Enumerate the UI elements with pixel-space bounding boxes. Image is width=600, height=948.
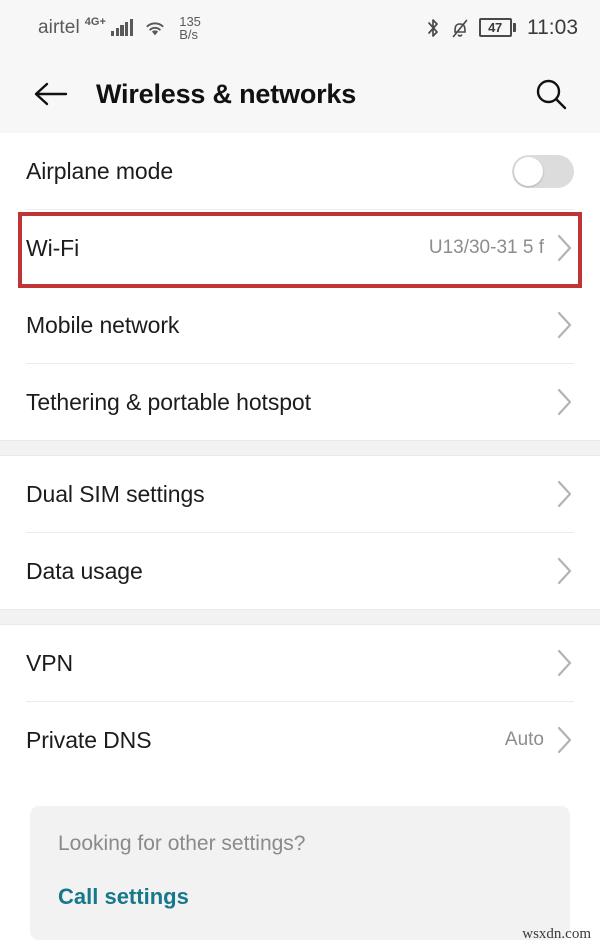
data-speed-value: 135 [179, 13, 201, 29]
chevron-right-icon [557, 388, 572, 416]
status-bar-right: 47 11:03 [425, 15, 578, 40]
settings-group-2: Dual SIM settings Data usage [0, 456, 600, 609]
toggle-knob [514, 156, 543, 186]
settings-list: Airplane mode Wi-Fi U13/30-31 5 f Mobile… [0, 133, 600, 940]
row-label: Dual SIM settings [26, 480, 205, 507]
chevron-right-icon [557, 480, 572, 508]
group-separator [0, 609, 600, 625]
row-label: Wi-Fi [26, 234, 80, 261]
status-bar-left: airtel 4G+ 135 B/s [38, 15, 201, 41]
back-arrow-icon[interactable] [28, 71, 74, 117]
row-label: Data usage [26, 557, 143, 584]
settings-group-3: VPN Private DNS Auto [0, 625, 600, 778]
signal-bars-icon [110, 19, 134, 36]
settings-group-1: Airplane mode Wi-Fi U13/30-31 5 f Mobile… [0, 133, 600, 440]
chevron-right-icon [557, 234, 572, 262]
row-label: Airplane mode [26, 157, 174, 184]
network-type-label: 4G+ [84, 15, 106, 28]
bluetooth-icon [427, 18, 438, 37]
chevron-right-icon [557, 649, 572, 677]
page-title: Wireless & networks [96, 78, 357, 109]
battery-percent: 47 [478, 18, 512, 37]
carrier-name: airtel [38, 16, 80, 38]
row-label: VPN [26, 649, 73, 676]
status-bar: airtel 4G+ 135 B/s 47 11:03 [0, 0, 600, 55]
footer-area: Looking for other settings? Call setting… [0, 778, 600, 940]
row-label: Mobile network [26, 311, 180, 338]
row-vpn[interactable]: VPN [0, 625, 600, 701]
private-dns-value: Auto [504, 729, 544, 750]
battery-icon: 47 [478, 18, 516, 37]
airplane-mode-toggle[interactable] [512, 154, 574, 188]
row-airplane-mode[interactable]: Airplane mode [0, 133, 600, 209]
battery-cap [513, 23, 516, 32]
row-wi-fi[interactable]: Wi-Fi U13/30-31 5 f [0, 210, 600, 286]
wi-fi-network-value: U13/30-31 5 f [428, 237, 544, 258]
wifi-icon [146, 21, 164, 35]
clock: 11:03 [527, 15, 578, 39]
row-private-dns[interactable]: Private DNS Auto [0, 702, 600, 778]
row-label: Tethering & portable hotspot [26, 388, 311, 415]
data-speed-indicator: 135 B/s [179, 15, 201, 41]
chevron-right-icon [557, 557, 572, 585]
row-label: Private DNS [26, 726, 152, 753]
bell-slash-icon [452, 19, 467, 37]
row-mobile-network[interactable]: Mobile network [0, 287, 600, 363]
phone-screen: airtel 4G+ 135 B/s 47 11:03 Wireless & n… [0, 0, 600, 948]
other-settings-question: Looking for other settings? [58, 832, 306, 855]
data-speed-unit: B/s [179, 26, 199, 42]
row-dual-sim-settings[interactable]: Dual SIM settings [0, 456, 600, 532]
row-tethering-portable-hotspot[interactable]: Tethering & portable hotspot [0, 364, 600, 440]
chevron-right-icon [557, 311, 572, 339]
search-icon[interactable] [528, 71, 574, 117]
watermark: wsxdn.com [522, 926, 591, 942]
call-settings-link[interactable]: Call settings [58, 884, 189, 910]
group-separator [0, 440, 600, 456]
app-bar: Wireless & networks [0, 55, 600, 133]
row-data-usage[interactable]: Data usage [0, 533, 600, 609]
chevron-right-icon [557, 726, 572, 754]
other-settings-card: Looking for other settings? Call setting… [30, 806, 570, 940]
